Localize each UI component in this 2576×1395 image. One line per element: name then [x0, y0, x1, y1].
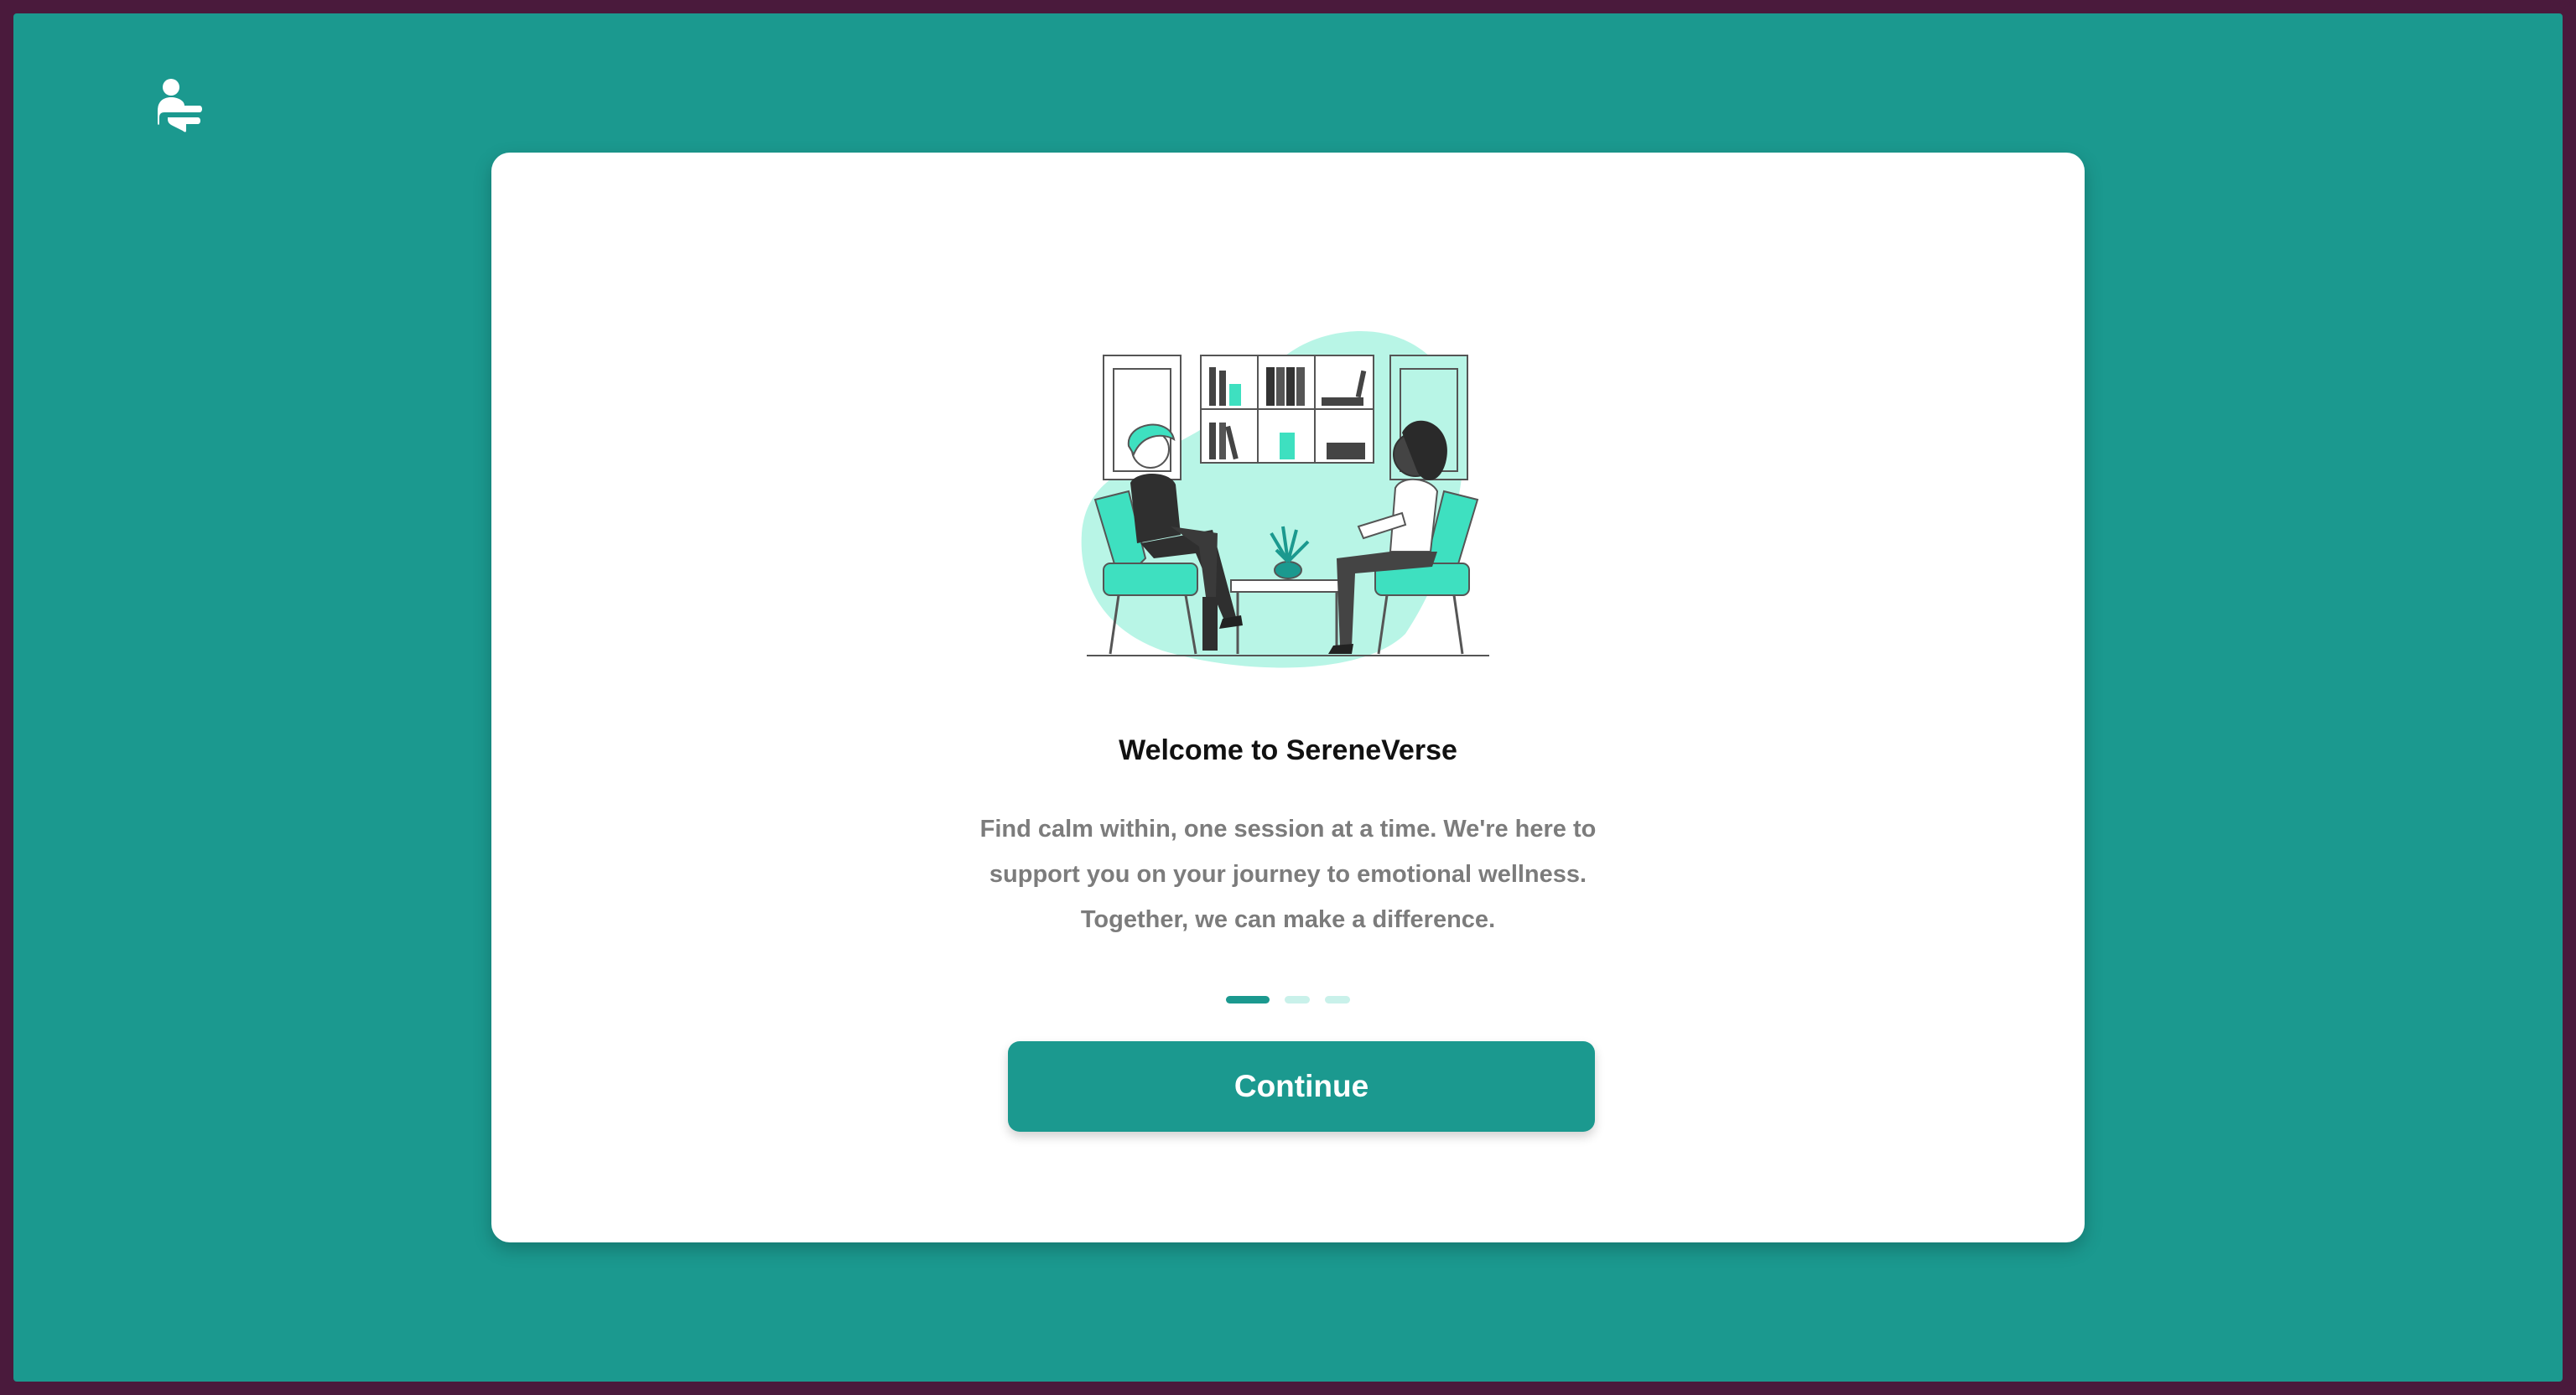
app-logo-icon[interactable] — [153, 77, 205, 136]
description-line: Find calm within, one session at a time.… — [979, 816, 1597, 843]
pagination-dot-2[interactable] — [1285, 996, 1310, 1003]
description-line: support you on your journey to emotional… — [989, 861, 1587, 888]
welcome-description: Find calm within, one session at a time.… — [961, 806, 1615, 942]
continue-button[interactable]: Continue — [1008, 1041, 1595, 1132]
pagination-dot-3[interactable] — [1325, 996, 1350, 1003]
therapy-session-illustration — [1070, 307, 1503, 679]
app-frame: Welcome to SereneVerse Find calm within,… — [13, 13, 2563, 1382]
description-line: Together, we can make a difference. — [1080, 906, 1496, 933]
onboarding-card: Welcome to SereneVerse Find calm within,… — [491, 153, 2085, 1242]
pagination-dots — [491, 996, 2085, 1003]
welcome-title: Welcome to SereneVerse — [1119, 734, 1457, 766]
pagination-dot-1[interactable] — [1226, 996, 1270, 1003]
